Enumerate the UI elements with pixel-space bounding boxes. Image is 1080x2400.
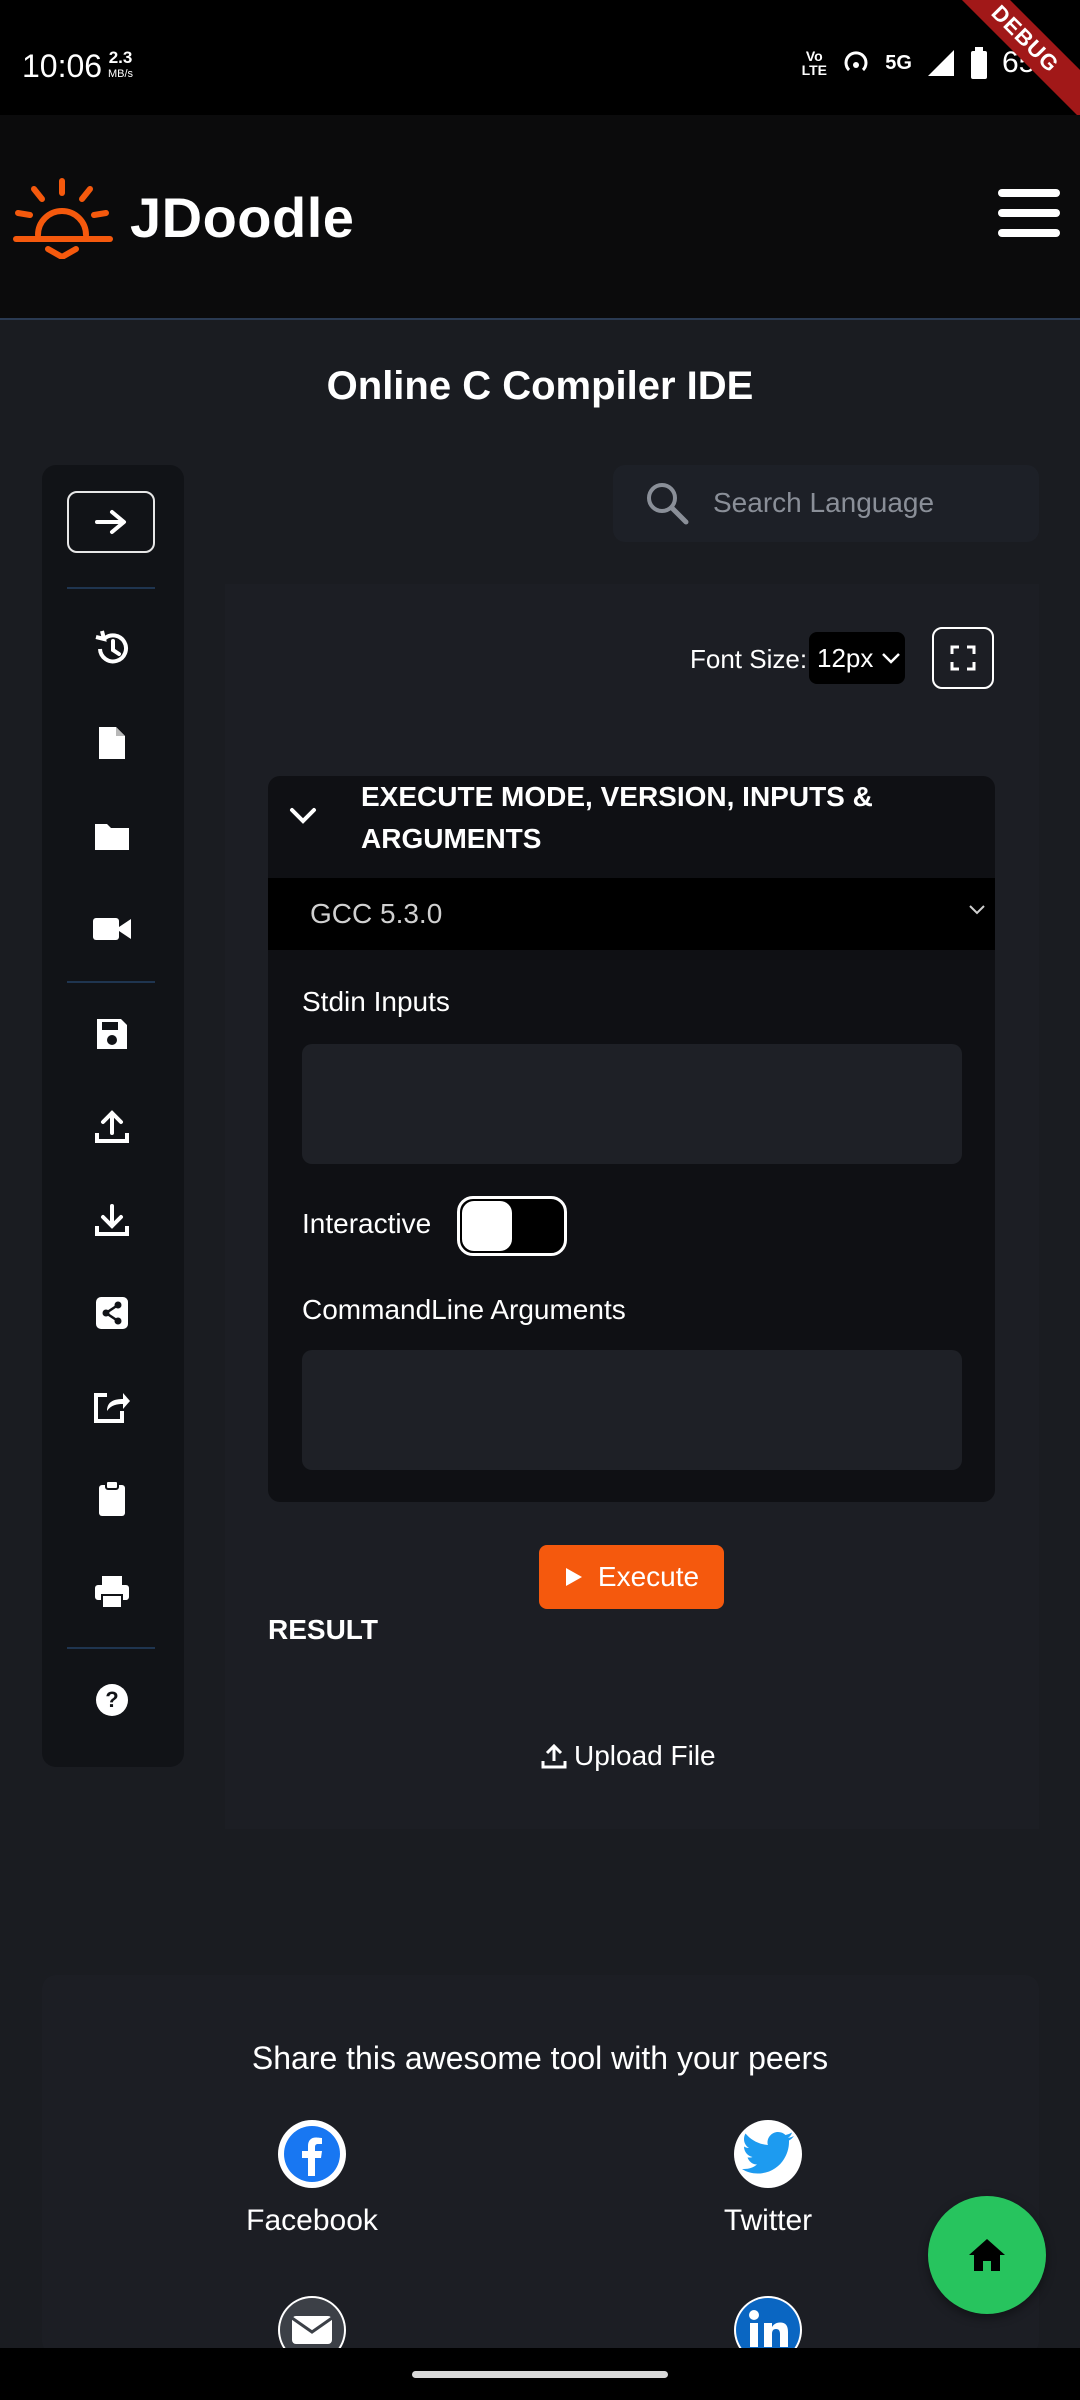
chevron-down-icon xyxy=(969,905,985,915)
upload-icon xyxy=(541,1743,567,1769)
clipboard-button[interactable] xyxy=(88,1475,136,1523)
upload-icon xyxy=(95,1110,129,1143)
commandline-arguments-label: CommandLine Arguments xyxy=(302,1294,626,1325)
history-button[interactable] xyxy=(88,625,136,673)
facebook-label: Facebook xyxy=(246,2204,378,2237)
search-input[interactable] xyxy=(713,479,1013,527)
signal-icon xyxy=(927,50,954,76)
font-size-select[interactable]: 12px xyxy=(809,632,905,684)
brand-name[interactable]: JDoodle xyxy=(130,185,354,250)
folder-icon xyxy=(95,824,129,850)
volte-icon: Vo LTE xyxy=(801,48,827,78)
upload-file-label: Upload File xyxy=(574,1740,716,1771)
toolbar-divider xyxy=(67,981,155,983)
home-gesture-handle[interactable] xyxy=(412,2371,668,2378)
share-card xyxy=(42,1975,1039,2355)
search-icon xyxy=(647,483,689,525)
arrow-right-icon xyxy=(95,510,126,534)
svg-text:?: ? xyxy=(105,1687,118,1712)
result-label: RESULT xyxy=(268,1614,378,1645)
file-icon xyxy=(99,727,125,759)
share-twitter[interactable]: Twitter xyxy=(658,2120,878,2238)
save-icon xyxy=(97,1019,127,1049)
status-time: 10:06 xyxy=(22,48,103,84)
fullscreen-icon xyxy=(950,645,976,671)
new-file-button[interactable] xyxy=(88,719,136,767)
toolbar-divider xyxy=(67,1647,155,1649)
hamburger-line xyxy=(998,209,1060,217)
save-button[interactable] xyxy=(88,1010,136,1058)
font-size-value: 12px xyxy=(817,642,874,673)
battery-icon xyxy=(970,47,987,79)
hotspot-icon xyxy=(844,51,868,72)
upload-button[interactable] xyxy=(88,1103,136,1151)
font-size-label: Font Size: xyxy=(690,644,808,674)
search-language-box[interactable] xyxy=(613,465,1039,542)
page-title: Online C Compiler IDE xyxy=(326,364,754,408)
toolbar-divider xyxy=(67,587,155,589)
version-select[interactable]: GCC 5.3.0 xyxy=(268,878,995,950)
help-icon: ? xyxy=(96,1684,128,1716)
execute-label: Execute xyxy=(597,1561,700,1592)
interactive-label: Interactive xyxy=(302,1208,432,1239)
clipboard-icon xyxy=(99,1480,125,1516)
expand-sidebar-button[interactable] xyxy=(67,491,155,553)
hamburger-line xyxy=(998,229,1060,237)
share-facebook[interactable]: Facebook xyxy=(202,2120,422,2238)
twitter-label: Twitter xyxy=(723,2204,813,2237)
network-type: 5G xyxy=(885,51,912,74)
commandline-arguments-input[interactable] xyxy=(302,1350,962,1470)
interactive-toggle[interactable] xyxy=(457,1196,567,1256)
app-header: JDoodle xyxy=(0,115,1080,320)
download-icon xyxy=(95,1204,129,1236)
history-icon xyxy=(95,630,128,664)
video-button[interactable] xyxy=(88,905,136,953)
export-button[interactable] xyxy=(88,1382,136,1430)
share-title: Share this awesome tool with your peers xyxy=(251,2040,829,2076)
share-icon xyxy=(96,1297,128,1329)
share-button[interactable] xyxy=(88,1289,136,1337)
facebook-icon xyxy=(278,2120,346,2188)
execute-options-title[interactable]: EXECUTE MODE, VERSION, INPUTS & ARGUMENT… xyxy=(361,776,961,860)
print-icon xyxy=(95,1576,129,1609)
play-icon xyxy=(565,1568,582,1586)
hamburger-icon xyxy=(998,189,1060,197)
toggle-knob xyxy=(462,1201,512,1251)
execute-button[interactable]: Execute xyxy=(539,1545,724,1609)
chevron-down-icon xyxy=(882,653,901,664)
version-value: GCC 5.3.0 xyxy=(310,898,443,929)
home-icon xyxy=(969,2239,1005,2271)
status-bar: 10:06 2.3MB/s Vo LTE 5G 65% DEBUG xyxy=(0,0,1080,133)
video-icon xyxy=(93,918,131,940)
download-button[interactable] xyxy=(88,1196,136,1244)
print-button[interactable] xyxy=(88,1568,136,1616)
fullscreen-button[interactable] xyxy=(932,627,994,689)
stdin-input[interactable] xyxy=(302,1044,962,1164)
export-icon xyxy=(94,1393,130,1423)
jdoodle-logo-icon xyxy=(13,178,113,259)
help-button[interactable]: ? xyxy=(88,1676,136,1724)
upload-file-button[interactable]: Upload File xyxy=(540,1740,716,1772)
twitter-icon xyxy=(734,2120,802,2188)
network-speed: 2.3 MB/s xyxy=(108,48,134,80)
open-folder-button[interactable] xyxy=(88,812,136,860)
left-toolbar: ? xyxy=(42,465,184,1767)
hamburger-menu-button[interactable] xyxy=(998,189,1060,245)
chevron-down-icon[interactable] xyxy=(287,800,319,832)
home-fab-button[interactable] xyxy=(928,2196,1046,2314)
stdin-label: Stdin Inputs xyxy=(302,986,450,1017)
